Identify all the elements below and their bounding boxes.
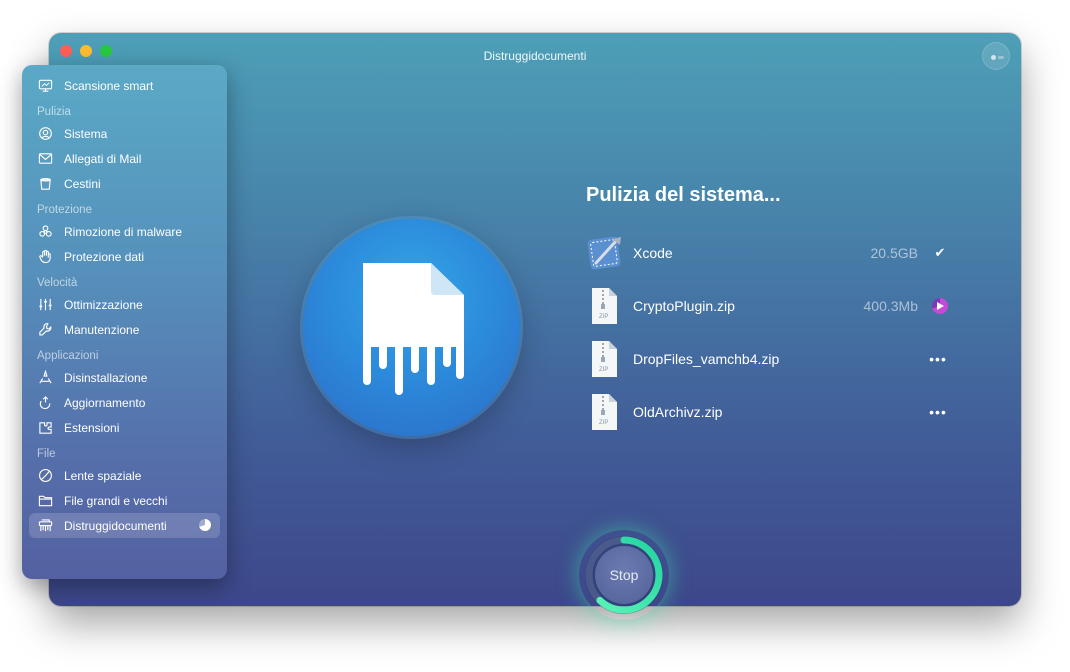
file-size: 20.5GB	[870, 245, 918, 261]
assistant-icon[interactable]	[982, 42, 1010, 70]
wrench-icon	[37, 322, 53, 338]
sliders-icon	[37, 297, 53, 313]
sidebar-section-title: File	[37, 448, 56, 460]
display-icon	[37, 78, 53, 94]
sidebar-item-label: Aggiornamento	[64, 395, 146, 410]
zip-label: ZIP	[599, 314, 609, 320]
stop-button[interactable]: Stop	[595, 546, 653, 604]
sidebar-item-shredder[interactable]: Distruggidocumenti	[29, 513, 220, 538]
zip-label: ZIP	[599, 420, 609, 426]
xcode-icon	[586, 233, 622, 273]
sidebar-item-label: Scansione smart	[64, 78, 154, 93]
sidebar-item-optimization[interactable]: Ottimizzazione	[22, 292, 227, 317]
zip-icon: ZIP	[586, 339, 622, 379]
file-row: ZIP DropFiles_vamchb4.zip •••	[586, 339, 948, 379]
update-icon	[37, 395, 53, 411]
sidebar-item-space-lens[interactable]: Lente spaziale	[22, 463, 227, 488]
sidebar-item-privacy[interactable]: Protezione dati	[22, 244, 227, 269]
sidebar-item-label: Rimozione di malware	[64, 224, 183, 239]
sidebar-section-title: Protezione	[37, 204, 92, 216]
sidebar-item-label: Estensioni	[64, 420, 120, 435]
sidebar-item-system[interactable]: Sistema	[22, 121, 227, 146]
sidebar-item-trash[interactable]: Cestini	[22, 171, 227, 196]
file-name: OldArchivz.zip	[633, 404, 723, 420]
progress-spinner-icon	[932, 298, 948, 314]
sidebar-item-label: Allegati di Mail	[64, 151, 142, 166]
hand-icon	[37, 249, 53, 265]
sidebar-item-label: Manutenzione	[64, 322, 140, 337]
zip-icon: ZIP	[586, 286, 622, 326]
sidebar-item-label: Distruggidocumenti	[64, 518, 167, 533]
stop-button-wrapper: Stop	[579, 530, 669, 620]
file-size: 400.3Mb	[863, 298, 918, 314]
sidebar-section-title: Applicazioni	[37, 350, 99, 362]
sidebar: Scansione smart Pulizia Sistema Allegati…	[22, 65, 227, 579]
sidebar-item-malware-removal[interactable]: Rimozione di malware	[22, 219, 227, 244]
page-title: Pulizia del sistema...	[586, 184, 781, 206]
sidebar-item-label: Disinstallazione	[64, 370, 148, 385]
window-title: Distruggidocumenti	[483, 49, 587, 63]
zip-icon: ZIP	[586, 392, 622, 432]
shredder-icon	[37, 518, 53, 534]
sidebar-item-uninstaller[interactable]: Disinstallazione	[22, 365, 227, 390]
progress-pie-icon	[199, 519, 211, 531]
sidebar-item-maintenance[interactable]: Manutenzione	[22, 317, 227, 342]
sidebar-item-updater[interactable]: Aggiornamento	[22, 390, 227, 415]
more-dots-icon: •••	[929, 404, 947, 420]
uninstall-icon	[37, 370, 53, 386]
sidebar-item-label: Cestini	[64, 176, 101, 191]
biohazard-icon	[37, 224, 53, 240]
mail-icon	[37, 151, 53, 167]
file-name: DropFiles_vamchb4.zip	[633, 351, 780, 367]
sidebar-section-title: Pulizia	[37, 106, 71, 118]
sidebar-item-label: Sistema	[64, 126, 108, 141]
folder-icon	[37, 493, 53, 509]
trash-icon	[37, 176, 53, 192]
file-name: Xcode	[633, 245, 673, 261]
system-icon	[37, 126, 53, 142]
sidebar-item-mail-attachments[interactable]: Allegati di Mail	[22, 146, 227, 171]
space-lens-icon	[37, 468, 53, 484]
file-row: Xcode 20.5GB ✔	[586, 233, 948, 273]
sidebar-item-label: File grandi e vecchi	[64, 493, 168, 508]
sidebar-item-smart-scan[interactable]: Scansione smart	[22, 73, 227, 98]
file-row: ZIP OldArchivz.zip •••	[586, 392, 948, 432]
sidebar-item-label: Protezione dati	[64, 249, 145, 264]
sidebar-item-label: Lente spaziale	[64, 468, 142, 483]
file-row: ZIP CryptoPlugin.zip 400.3Mb	[586, 286, 948, 326]
sidebar-item-label: Ottimizzazione	[64, 297, 143, 312]
sidebar-section-title: Velocità	[37, 277, 78, 289]
sidebar-item-large-old-files[interactable]: File grandi e vecchi	[22, 488, 227, 513]
zip-label: ZIP	[599, 367, 609, 373]
checkmark-icon: ✔	[934, 245, 946, 260]
extensions-icon	[37, 420, 53, 436]
shredder-app-icon	[303, 219, 520, 436]
sidebar-item-extensions[interactable]: Estensioni	[22, 415, 227, 440]
more-dots-icon: •••	[929, 351, 947, 367]
file-name: CryptoPlugin.zip	[633, 298, 735, 314]
